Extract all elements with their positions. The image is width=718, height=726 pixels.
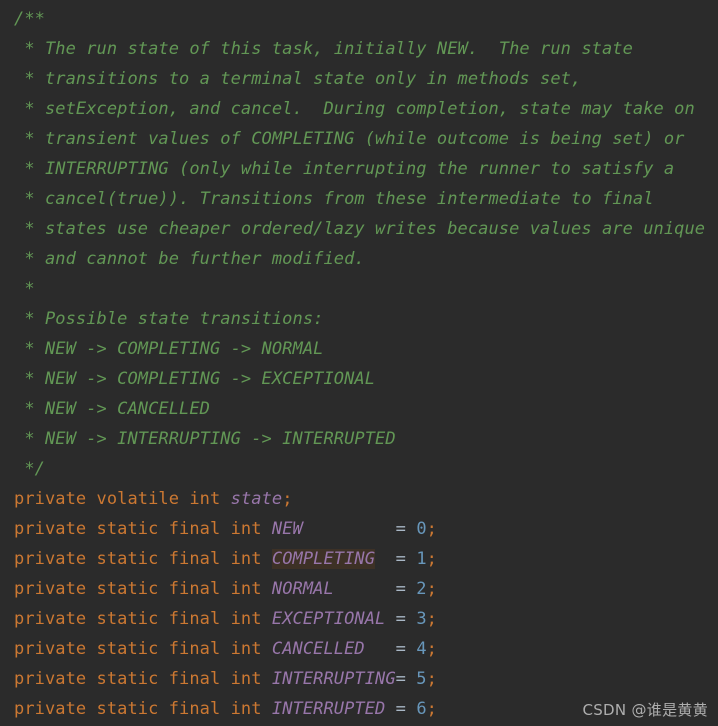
statement-terminator: ;: [426, 639, 437, 659]
statement-terminator: ;: [426, 549, 437, 569]
constant-declaration-completing[interactable]: private static final int COMPLETING = 1;: [14, 544, 718, 574]
assignment-operator: =: [395, 699, 417, 719]
comment-line[interactable]: * NEW -> INTERRUPTING -> INTERRUPTED: [14, 424, 718, 454]
constant-value: 0: [416, 519, 427, 539]
field-name-state: state: [230, 489, 283, 509]
comment-line[interactable]: * The run state of this task, initially …: [14, 34, 718, 64]
constant-modifiers: private static final int: [14, 669, 272, 689]
code-lines-container[interactable]: /** * The run state of this task, initia…: [0, 0, 718, 724]
constant-name-interrupting: INTERRUPTING: [271, 669, 396, 689]
doc-comment-text: * setException, and cancel. During compl…: [14, 99, 695, 119]
constant-modifiers: private static final int: [14, 699, 272, 719]
comment-line[interactable]: * transitions to a terminal state only i…: [14, 64, 718, 94]
assignment-operator: =: [395, 669, 417, 689]
statement-terminator: ;: [426, 669, 437, 689]
comment-line[interactable]: * setException, and cancel. During compl…: [14, 94, 718, 124]
constant-declaration-new[interactable]: private static final int NEW = 0;: [14, 514, 718, 544]
comment-line[interactable]: * cancel(true)). Transitions from these …: [14, 184, 718, 214]
doc-comment-text: * states use cheaper ordered/lazy writes…: [14, 219, 706, 239]
doc-comment-text: * NEW -> COMPLETING -> EXCEPTIONAL: [14, 369, 376, 389]
comment-line[interactable]: * INTERRUPTING (only while interrupting …: [14, 154, 718, 184]
doc-comment-text: * transient values of COMPLETING (while …: [14, 129, 685, 149]
constant-value: 3: [416, 609, 427, 629]
doc-comment-text: * NEW -> CANCELLED: [14, 399, 210, 419]
doc-comment-text: * INTERRUPTING (only while interrupting …: [14, 159, 675, 179]
doc-comment-open: /**: [14, 9, 45, 29]
constant-value: 5: [416, 669, 427, 689]
doc-comment-close: */: [14, 459, 45, 479]
constant-name-cancelled: CANCELLED: [271, 639, 365, 659]
constant-declaration-interrupting[interactable]: private static final int INTERRUPTING= 5…: [14, 664, 718, 694]
comment-line[interactable]: * and cannot be further modified.: [14, 244, 718, 274]
constant-value: 2: [416, 579, 427, 599]
constant-modifiers: private static final int: [14, 549, 272, 569]
comment-line[interactable]: * NEW -> CANCELLED: [14, 394, 718, 424]
doc-comment-text: * Possible state transitions:: [14, 309, 324, 329]
constant-modifiers: private static final int: [14, 579, 272, 599]
constant-name-exceptional: EXCEPTIONAL: [271, 609, 386, 629]
assignment-operator: =: [395, 639, 417, 659]
comment-line-open[interactable]: /**: [14, 4, 718, 34]
comment-line[interactable]: * transient values of COMPLETING (while …: [14, 124, 718, 154]
statement-terminator: ;: [282, 489, 293, 509]
constant-value: 4: [416, 639, 427, 659]
constant-declaration-exceptional[interactable]: private static final int EXCEPTIONAL = 3…: [14, 604, 718, 634]
constant-value: 6: [416, 699, 427, 719]
constant-modifiers: private static final int: [14, 609, 272, 629]
doc-comment-text: * transitions to a terminal state only i…: [14, 69, 582, 89]
doc-comment-text: * NEW -> INTERRUPTING -> INTERRUPTED: [14, 429, 396, 449]
constant-alignment-padding: [303, 519, 396, 539]
csdn-watermark: CSDN @谁是黄黄: [582, 701, 708, 719]
field-declaration-state[interactable]: private volatile int state;: [14, 484, 718, 514]
doc-comment-text: * and cannot be further modified.: [14, 249, 365, 269]
doc-comment-text: * cancel(true)). Transitions from these …: [14, 189, 654, 209]
constant-alignment-padding: [385, 699, 395, 719]
assignment-operator: =: [395, 519, 417, 539]
constant-modifiers: private static final int: [14, 639, 272, 659]
comment-line[interactable]: * Possible state transitions:: [14, 304, 718, 334]
doc-comment-text: * The run state of this task, initially …: [14, 39, 633, 59]
constant-declaration-cancelled[interactable]: private static final int CANCELLED = 4;: [14, 634, 718, 664]
assignment-operator: =: [395, 549, 417, 569]
assignment-operator: =: [395, 579, 417, 599]
comment-line[interactable]: *: [14, 274, 718, 304]
statement-terminator: ;: [426, 519, 437, 539]
statement-terminator: ;: [426, 609, 437, 629]
comment-line[interactable]: * NEW -> COMPLETING -> NORMAL: [14, 334, 718, 364]
constant-name-interrupted: INTERRUPTED: [271, 699, 386, 719]
constant-declaration-normal[interactable]: private static final int NORMAL = 2;: [14, 574, 718, 604]
constant-alignment-padding: [365, 639, 396, 659]
assignment-operator: =: [395, 609, 417, 629]
field-modifiers: private volatile int: [14, 489, 231, 509]
constant-modifiers: private static final int: [14, 519, 272, 539]
constant-alignment-padding: [334, 579, 396, 599]
comment-line[interactable]: * states use cheaper ordered/lazy writes…: [14, 214, 718, 244]
code-editor-pane[interactable]: /** * The run state of this task, initia…: [0, 0, 718, 726]
statement-terminator: ;: [426, 699, 437, 719]
constant-name-new: NEW: [271, 519, 303, 539]
comment-line[interactable]: * NEW -> COMPLETING -> EXCEPTIONAL: [14, 364, 718, 394]
constant-alignment-padding: [385, 609, 395, 629]
constant-alignment-padding: [375, 549, 396, 569]
doc-comment-text: *: [14, 279, 35, 299]
constant-name-normal: NORMAL: [271, 579, 334, 599]
statement-terminator: ;: [426, 579, 437, 599]
constant-value: 1: [416, 549, 427, 569]
constant-name-completing: COMPLETING: [271, 549, 376, 569]
doc-comment-text: * NEW -> COMPLETING -> NORMAL: [14, 339, 324, 359]
comment-line-close[interactable]: */: [14, 454, 718, 484]
